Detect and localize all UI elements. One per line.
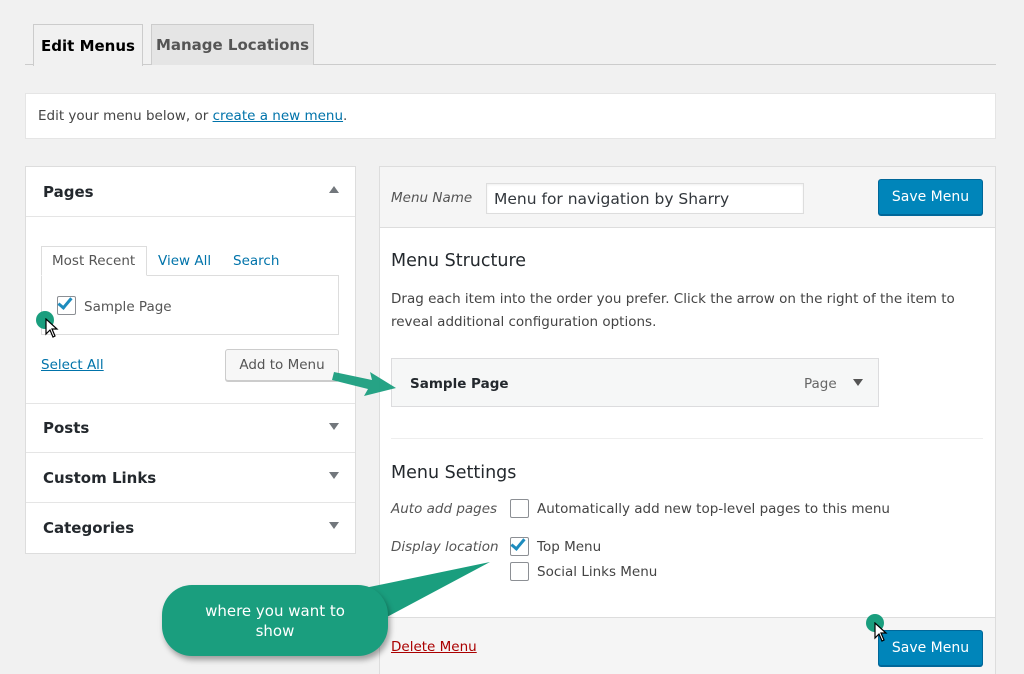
checkmark-icon	[510, 535, 526, 551]
mouse-pointer-icon	[874, 622, 888, 642]
mouse-pointer-icon	[45, 318, 59, 338]
menu-item-type: Page	[804, 376, 837, 392]
top-menu-label: Top Menu	[537, 539, 602, 555]
auto-add-pages-label: Auto add pages	[391, 501, 498, 517]
select-all-link[interactable]: Select All	[41, 357, 104, 373]
triangle-down-icon	[329, 472, 339, 479]
add-to-menu-button[interactable]: Add to Menu	[225, 349, 339, 381]
accordion-posts[interactable]: Posts	[26, 403, 355, 453]
tab-most-recent[interactable]: Most Recent	[41, 246, 147, 276]
social-links-menu-label: Social Links Menu	[537, 564, 658, 580]
accordion-categories-title: Categories	[43, 519, 135, 537]
triangle-down-icon	[329, 522, 339, 529]
annotation-bubble: where you want to show	[162, 585, 388, 656]
save-menu-button-top[interactable]: Save Menu	[878, 179, 983, 215]
accordion-pages[interactable]: Pages	[26, 167, 355, 217]
create-new-menu-link[interactable]: create a new menu	[213, 108, 343, 124]
save-menu-button-bottom[interactable]: Save Menu	[878, 630, 983, 666]
accordion-custom-links-title: Custom Links	[43, 468, 157, 487]
auto-add-pages-text: Automatically add new top-level pages to…	[537, 501, 890, 517]
triangle-down-icon	[329, 423, 339, 430]
annotation-arrow-icon	[332, 372, 396, 396]
tab-manage-locations[interactable]: Manage Locations	[151, 24, 314, 65]
menu-name-label: Menu Name	[391, 190, 473, 206]
menu-settings-title: Menu Settings	[391, 463, 517, 483]
display-location-label: Display location	[391, 539, 499, 555]
accordion-custom-links[interactable]: Custom Links	[26, 453, 355, 503]
sample-page-checkbox[interactable]	[57, 294, 76, 315]
section-divider	[391, 438, 983, 439]
tab-search[interactable]: Search	[223, 246, 289, 276]
menu-structure-title: Menu Structure	[391, 251, 527, 271]
menu-item-title: Sample Page	[410, 376, 509, 392]
triangle-up-icon	[329, 186, 339, 193]
edit-notice: Edit your menu below, or create a new me…	[25, 93, 996, 139]
tab-edit-menus[interactable]: Edit Menus	[33, 24, 143, 66]
tab-view-all[interactable]: View All	[148, 246, 221, 276]
menus-screen: Edit Menus Manage Locations Edit your me…	[0, 0, 1024, 674]
auto-add-pages-checkbox[interactable]	[510, 499, 529, 518]
accordion-pages-title: Pages	[43, 182, 94, 201]
accordion-categories[interactable]: Categories	[26, 503, 355, 553]
delete-menu-link[interactable]: Delete Menu	[391, 639, 477, 655]
sample-page-label: Sample Page	[84, 299, 172, 315]
notice-text: Edit your menu below, or	[38, 108, 209, 124]
expand-arrow-icon[interactable]	[853, 379, 863, 386]
notice-period: .	[343, 108, 348, 124]
checkmark-icon	[57, 294, 73, 310]
accordion-posts-title: Posts	[43, 419, 90, 437]
menu-item-sample-page[interactable]: Sample Page Page	[391, 358, 879, 407]
menu-structure-description: Drag each item into the order you prefer…	[391, 291, 955, 330]
top-menu-checkbox[interactable]	[510, 535, 529, 556]
social-links-menu-checkbox[interactable]	[510, 562, 529, 581]
menu-name-input[interactable]: Menu for navigation by Sharry	[486, 183, 804, 214]
